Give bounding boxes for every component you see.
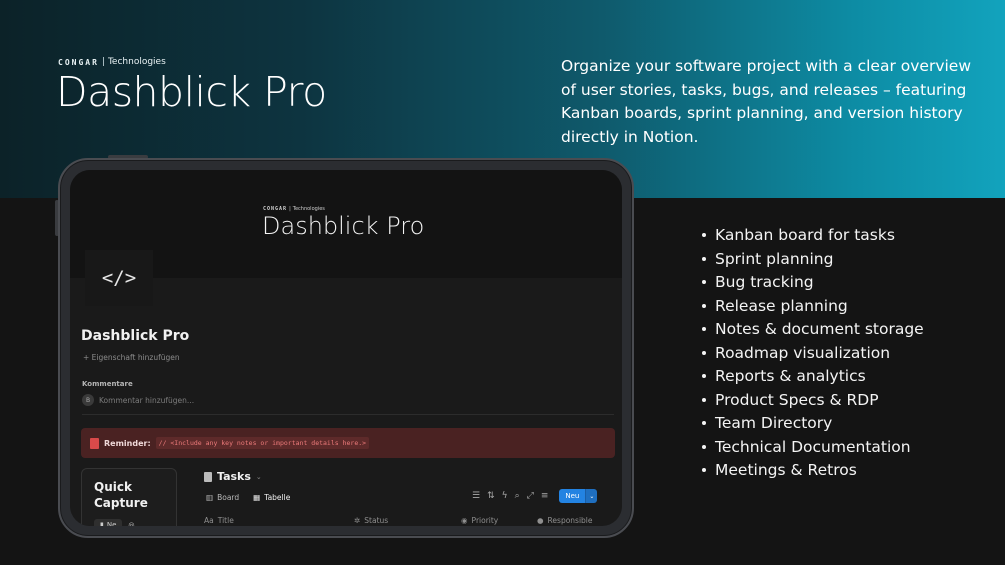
- column-title-label: Title: [217, 516, 234, 525]
- view-tabs: ▥ Board ▦ Tabelle: [206, 493, 290, 502]
- new-button-label[interactable]: Neu: [559, 489, 586, 503]
- column-priority-label: Priority: [471, 516, 499, 525]
- column-title[interactable]: Aa Title: [204, 516, 354, 525]
- chevron-down-icon[interactable]: ⌄: [585, 489, 598, 503]
- avatar: B: [82, 394, 94, 406]
- column-status-label: Status: [364, 516, 389, 525]
- list-item: Roadmap visualization: [702, 343, 924, 367]
- brand-lockup: CONGAR | Technologies: [58, 57, 166, 67]
- list-item: Technical Documentation: [702, 437, 924, 461]
- new-button[interactable]: Neu ⌄: [559, 489, 598, 503]
- person-icon: ●: [537, 516, 544, 525]
- brand-separator: |: [101, 57, 105, 67]
- add-property-button[interactable]: + Eigenschaft hinzufügen: [83, 353, 180, 362]
- search-icon[interactable]: ⌕: [515, 491, 520, 501]
- reminder-code: // <Include any key notes or important d…: [155, 437, 370, 449]
- settings-icon[interactable]: ◎: [128, 521, 134, 526]
- tablet-screen: CONGAR | Technologies Dashblick Pro </> …: [70, 170, 622, 526]
- database-toolbar: ☰ ⇅ ϟ ⌕ ⤢ ≡ Neu ⌄: [472, 489, 598, 503]
- list-item: Notes & document storage: [702, 319, 924, 343]
- bookmark-icon: [90, 437, 99, 449]
- code-icon[interactable]: </>: [85, 250, 153, 306]
- add-property-label: Eigenschaft hinzufügen: [91, 353, 180, 362]
- column-status[interactable]: ✲ Status: [354, 516, 461, 525]
- settings-sliders-icon[interactable]: ≡: [541, 491, 549, 501]
- reminder-label: Reminder:: [104, 438, 151, 448]
- list-item: Release planning: [702, 296, 924, 320]
- priority-icon: ◉: [461, 516, 468, 525]
- list-item: Team Directory: [702, 413, 924, 437]
- list-item: Bug tracking: [702, 272, 924, 296]
- column-priority[interactable]: ◉ Priority: [461, 516, 537, 525]
- tablet-frame: CONGAR | Technologies Dashblick Pro </> …: [58, 158, 634, 538]
- tab-board-label: Board: [217, 493, 240, 502]
- filter-icon[interactable]: ☰: [472, 491, 480, 501]
- table-icon: ▦: [253, 493, 261, 502]
- feature-list: Kanban board for tasks Sprint planning B…: [702, 225, 924, 484]
- column-responsible[interactable]: ● Responsible: [537, 516, 593, 525]
- quick-capture-button-label: Ne: [106, 521, 117, 526]
- plus-icon: +: [83, 353, 92, 362]
- sort-icon[interactable]: ⇅: [487, 491, 495, 501]
- page-title[interactable]: Dashblick Pro: [81, 328, 189, 344]
- document-icon: [204, 471, 212, 482]
- column-responsible-label: Responsible: [547, 516, 593, 525]
- cover-title: Dashblick Pro: [262, 212, 425, 240]
- quick-capture-new-button[interactable]: ▮ Ne: [94, 519, 123, 526]
- status-icon: ✲: [354, 516, 361, 525]
- quick-capture-actions: ▮ Ne ◎: [94, 519, 164, 526]
- list-item: Reports & analytics: [702, 366, 924, 390]
- comments-label: Kommentare: [82, 380, 133, 388]
- comment-placeholder: Kommentar hinzufügen...: [99, 395, 195, 405]
- tab-table[interactable]: ▦ Tabelle: [253, 493, 290, 502]
- tab-table-label: Tabelle: [264, 493, 291, 502]
- database-title: Tasks: [217, 470, 251, 483]
- list-item: Sprint planning: [702, 249, 924, 273]
- quick-capture-title: Quick Capture: [94, 480, 148, 510]
- brand-suffix: Technologies: [107, 57, 166, 67]
- text-property-icon: Aa: [204, 516, 214, 525]
- automation-icon[interactable]: ϟ: [502, 491, 508, 501]
- brand-logo: CONGAR: [58, 57, 99, 67]
- table-column-headers: Aa Title ✲ Status ◉ Priority ● Responsib…: [204, 516, 614, 525]
- expand-icon[interactable]: ⤢: [527, 491, 534, 501]
- divider: [82, 414, 614, 415]
- comment-input[interactable]: B Kommentar hinzufügen...: [82, 394, 194, 406]
- quick-capture-card[interactable]: Quick Capture ▮ Ne ◎: [81, 468, 177, 526]
- reminder-callout[interactable]: Reminder: // <Include any key notes or i…: [81, 428, 615, 458]
- chevron-down-icon: ⌄: [255, 472, 262, 481]
- list-item: Kanban board for tasks: [702, 225, 924, 249]
- hero-description: Organize your software project with a cl…: [561, 57, 972, 146]
- page-icon: ▮: [100, 521, 104, 526]
- board-icon: ▥: [206, 493, 214, 502]
- list-item: Product Specs & RDP: [702, 390, 924, 414]
- tab-board[interactable]: ▥ Board: [206, 493, 239, 502]
- hero-title: Dashblick Pro: [56, 68, 327, 116]
- database-header[interactable]: Tasks ⌄: [204, 470, 262, 483]
- list-item: Meetings & Retros: [702, 460, 924, 484]
